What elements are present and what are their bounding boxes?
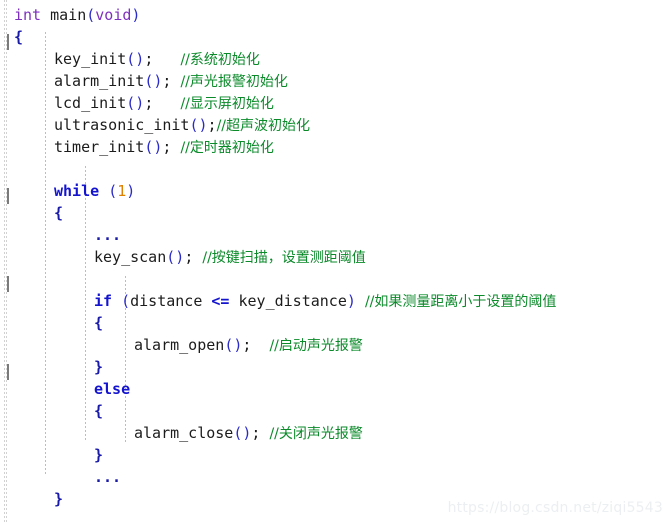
code-token-plain: main <box>41 6 87 24</box>
code-token-type: int <box>14 6 42 24</box>
code-token-plain: lcd_init <box>54 94 127 112</box>
code-token-plain: ultrasonic_init <box>54 116 190 134</box>
code-token-brace: { <box>14 28 24 46</box>
code-token-comment: //声光报警初始化 <box>180 74 288 90</box>
code-line[interactable]: { <box>0 400 671 422</box>
code-token-plain: ; <box>251 424 270 442</box>
code-line[interactable]: ultrasonic_init();//超声波初始化 <box>0 114 671 136</box>
code-token-number: 1 <box>117 182 127 200</box>
code-token-comment: //启动声光报警 <box>269 338 363 354</box>
code-token-plain: alarm_init <box>54 72 145 90</box>
code-token-punct: () <box>189 116 208 134</box>
code-token-brace: } <box>54 490 64 508</box>
code-content[interactable]: int main(void){key_init(); //系统初始化 alarm_… <box>0 0 671 522</box>
code-line[interactable]: timer_init(); //定时器初始化 <box>0 136 671 158</box>
code-token-punct: () <box>166 248 185 266</box>
code-token-comment: //按键扫描，设置测距阈值 <box>202 250 366 266</box>
code-token-plain: ; <box>184 248 203 266</box>
code-token-plain: ; <box>144 94 181 112</box>
code-line[interactable]: alarm_init(); //声光报警初始化 <box>0 70 671 92</box>
code-line[interactable]: } <box>0 356 671 378</box>
code-token-plain: key_init <box>54 50 127 68</box>
code-line[interactable]: key_init(); //系统初始化 <box>0 48 671 70</box>
code-line[interactable]: else <box>0 378 671 400</box>
code-token-brace: { <box>54 204 64 222</box>
code-line[interactable]: ... <box>0 224 671 246</box>
code-token-plain: distance <box>130 292 212 310</box>
code-token-punct: () <box>126 94 145 112</box>
code-line[interactable]: { <box>0 26 671 48</box>
code-line[interactable]: alarm_open(); //启动声光报警 <box>0 334 671 356</box>
code-token-comment: //系统初始化 <box>180 52 260 68</box>
code-editor-view[interactable]: int main(void){key_init(); //系统初始化 alarm_… <box>0 0 671 522</box>
code-token-operator: <= <box>211 292 230 310</box>
code-token-brace: { <box>94 314 104 332</box>
code-token-punct: ) <box>131 6 141 24</box>
code-token-plain: ; <box>207 116 217 134</box>
code-token-plain: key_scan <box>94 248 167 266</box>
code-token-comment: //超声波初始化 <box>216 118 310 134</box>
code-line[interactable]: { <box>0 202 671 224</box>
code-token-punct: ( <box>121 292 131 310</box>
csdn-watermark: https://blog.csdn.net/ziqi5543 <box>447 500 663 516</box>
code-token-brace: { <box>94 402 104 420</box>
code-token-plain: key_distance <box>229 292 347 310</box>
code-line[interactable]: ... <box>0 466 671 488</box>
code-token-punct: () <box>224 336 243 354</box>
code-token-comment: //如果测量距离小于设置的阈值 <box>364 294 557 310</box>
code-token-plain: ; <box>162 138 181 156</box>
code-token-punct: ( <box>108 182 118 200</box>
code-line[interactable]: } <box>0 444 671 466</box>
code-line[interactable]: key_scan(); //按键扫描，设置测距阈值 <box>0 246 671 268</box>
code-token-punct: ) <box>126 182 136 200</box>
code-token-keyword: while <box>54 182 100 200</box>
code-token-comment: //关闭声光报警 <box>269 426 363 442</box>
code-token-keyword: if <box>94 292 113 310</box>
code-token-plain: ; <box>144 50 181 68</box>
code-token-plain: alarm_close <box>134 424 234 442</box>
code-token-punct: ( <box>86 6 96 24</box>
code-line[interactable]: lcd_init(); //显示屏初始化 <box>0 92 671 114</box>
code-line[interactable]: alarm_close(); //关闭声光报警 <box>0 422 671 444</box>
code-line[interactable]: { <box>0 312 671 334</box>
code-line[interactable]: if (distance <= key_distance) //如果测量距离小于… <box>0 290 671 312</box>
code-token-plain: alarm_open <box>134 336 225 354</box>
code-token-punct: () <box>233 424 252 442</box>
code-token-plain: ; <box>162 72 181 90</box>
code-token-keyword: else <box>94 380 131 398</box>
code-token-punct: ) <box>346 292 356 310</box>
code-token-comment: //显示屏初始化 <box>180 96 274 112</box>
code-token-ellipsis: ... <box>94 468 122 486</box>
code-line[interactable] <box>0 158 671 180</box>
code-line[interactable]: int main(void) <box>0 4 671 26</box>
code-token-ellipsis: ... <box>94 226 122 244</box>
code-token-type: void <box>95 6 132 24</box>
code-token-brace: } <box>94 358 104 376</box>
code-token-punct: () <box>126 50 145 68</box>
code-line[interactable] <box>0 268 671 290</box>
code-token-comment: //定时器初始化 <box>180 140 274 156</box>
code-token-plain: ; <box>242 336 270 354</box>
code-token-brace: } <box>94 446 104 464</box>
code-token-plain: timer_init <box>54 138 145 156</box>
code-token-punct: () <box>144 138 163 156</box>
code-token-punct: () <box>144 72 163 90</box>
code-line[interactable]: while (1) <box>0 180 671 202</box>
